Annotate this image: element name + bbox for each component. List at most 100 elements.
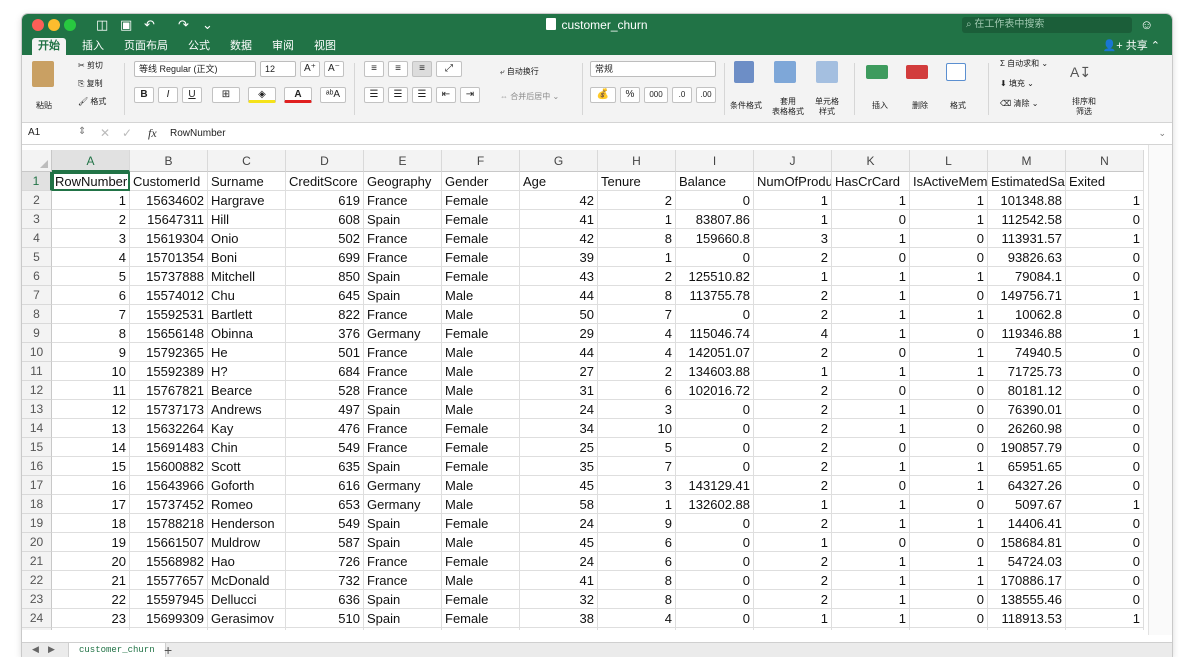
insert-cells-icon[interactable] (866, 65, 888, 79)
row-header[interactable]: 25 (22, 628, 52, 630)
table-cell[interactable]: Chin (208, 438, 286, 457)
decrease-font-button[interactable]: A⁻ (324, 61, 344, 77)
table-cell[interactable]: 0 (910, 324, 988, 343)
table-cell[interactable]: 1 (1066, 609, 1144, 628)
table-cell[interactable]: 2 (754, 400, 832, 419)
table-cell[interactable]: 0 (1066, 457, 1144, 476)
table-cell[interactable]: 2 (754, 248, 832, 267)
table-cell[interactable]: 1 (598, 495, 676, 514)
table-cell[interactable]: 25 (520, 438, 598, 457)
table-cell[interactable]: 0 (676, 533, 754, 552)
table-cell[interactable]: 1 (910, 628, 988, 630)
table-cell[interactable]: Female (442, 457, 520, 476)
table-cell[interactable]: 1 (832, 457, 910, 476)
table-cell[interactable]: 6 (598, 381, 676, 400)
table-cell[interactable]: Female (442, 514, 520, 533)
table-cell[interactable]: 19 (52, 533, 130, 552)
table-cell[interactable]: 608 (286, 210, 364, 229)
table-cell[interactable]: 21 (52, 571, 130, 590)
header-cell[interactable]: IsActiveMember (910, 172, 988, 191)
table-cell[interactable]: 65951.65 (988, 457, 1066, 476)
table-cell[interactable]: 549 (286, 514, 364, 533)
table-cell[interactable]: France (364, 305, 442, 324)
table-cell[interactable]: 3 (52, 229, 130, 248)
table-cell[interactable]: 0 (676, 628, 754, 630)
increase-indent-button[interactable]: ⇥ (460, 87, 480, 103)
table-cell[interactable]: 50 (520, 305, 598, 324)
table-cell[interactable]: Female (442, 324, 520, 343)
number-format-select[interactable]: 常规 (590, 61, 716, 77)
spreadsheet-grid[interactable]: A B C D E F G H I J K L M N 1 RowNumber CustomerId Surnam… (22, 150, 1148, 630)
table-cell[interactable]: 142051.07 (676, 343, 754, 362)
table-cell[interactable]: 4 (598, 343, 676, 362)
table-cell[interactable]: 0 (910, 229, 988, 248)
table-cell[interactable]: 1 (910, 191, 988, 210)
table-cell[interactable]: Female (442, 590, 520, 609)
table-cell[interactable]: Spain (364, 533, 442, 552)
table-cell[interactable]: 6 (598, 533, 676, 552)
table-cell[interactable]: 118913.53 (988, 609, 1066, 628)
table-cell[interactable]: 1 (832, 324, 910, 343)
table-cell[interactable]: 1 (598, 210, 676, 229)
table-cell[interactable]: 44 (520, 343, 598, 362)
table-cell[interactable]: 71725.73 (988, 362, 1066, 381)
table-cell[interactable]: 2 (52, 210, 130, 229)
table-cell[interactable]: 93826.63 (988, 248, 1066, 267)
table-cell[interactable]: Spain (364, 286, 442, 305)
table-cell[interactable]: Scott (208, 457, 286, 476)
table-cell[interactable]: 143129.41 (676, 476, 754, 495)
column-header-i[interactable]: I (676, 150, 754, 172)
table-cell[interactable]: 102016.72 (676, 381, 754, 400)
table-cell[interactable]: 7 (598, 457, 676, 476)
table-cell[interactable]: 15737173 (130, 400, 208, 419)
table-cell[interactable]: 45 (520, 476, 598, 495)
table-cell[interactable]: 636 (286, 590, 364, 609)
table-cell[interactable]: 1 (754, 362, 832, 381)
column-header-m[interactable]: M (988, 150, 1066, 172)
row-header[interactable]: 14 (22, 419, 52, 438)
table-cell[interactable]: 0 (1066, 590, 1144, 609)
table-cell[interactable]: 0 (910, 248, 988, 267)
table-cell[interactable]: 3 (598, 400, 676, 419)
table-cell[interactable]: 31 (520, 381, 598, 400)
table-cell[interactable]: 15792365 (130, 343, 208, 362)
table-cell[interactable]: 42 (520, 191, 598, 210)
font-color-button[interactable]: A (284, 87, 312, 103)
table-cell[interactable]: 0 (676, 609, 754, 628)
table-cell[interactable]: 635 (286, 457, 364, 476)
table-cell[interactable]: 0 (1066, 419, 1144, 438)
table-cell[interactable]: 0 (676, 305, 754, 324)
table-cell[interactable]: 3 (598, 628, 676, 630)
row-header[interactable]: 16 (22, 457, 52, 476)
column-header-b[interactable]: B (130, 150, 208, 172)
table-cell[interactable]: 58 (520, 495, 598, 514)
feedback-icon[interactable]: ☺ (1140, 17, 1153, 32)
row-header[interactable]: 17 (22, 476, 52, 495)
table-cell[interactable]: 41 (520, 571, 598, 590)
table-cell[interactable]: 0 (1066, 514, 1144, 533)
conditional-format-icon[interactable] (734, 61, 754, 83)
table-cell[interactable]: 0 (832, 628, 910, 630)
table-cell[interactable]: 15632264 (130, 419, 208, 438)
row-header[interactable]: 10 (22, 343, 52, 362)
row-header[interactable]: 13 (22, 400, 52, 419)
align-center-button[interactable]: ☰ (388, 87, 408, 103)
table-cell[interactable]: 24 (520, 514, 598, 533)
column-header-a[interactable]: A (52, 150, 130, 172)
table-cell[interactable]: 15661507 (130, 533, 208, 552)
decrease-decimal-button[interactable]: .00 (696, 87, 716, 103)
table-cell[interactable]: 4 (598, 324, 676, 343)
table-cell[interactable]: 10062.8 (988, 305, 1066, 324)
table-cell[interactable]: 699 (286, 248, 364, 267)
table-cell[interactable]: 549 (286, 438, 364, 457)
table-cell[interactable]: Male (442, 381, 520, 400)
table-cell[interactable]: 1 (832, 267, 910, 286)
expand-formula-icon[interactable]: ⌄ (1158, 128, 1166, 139)
table-cell[interactable]: Spain (364, 514, 442, 533)
table-cell[interactable]: 79084.1 (988, 267, 1066, 286)
table-cell[interactable]: 1 (910, 343, 988, 362)
header-cell[interactable]: Exited (1066, 172, 1144, 191)
table-cell[interactable]: 1 (832, 552, 910, 571)
row-header[interactable]: 4 (22, 229, 52, 248)
table-cell[interactable]: He (208, 343, 286, 362)
